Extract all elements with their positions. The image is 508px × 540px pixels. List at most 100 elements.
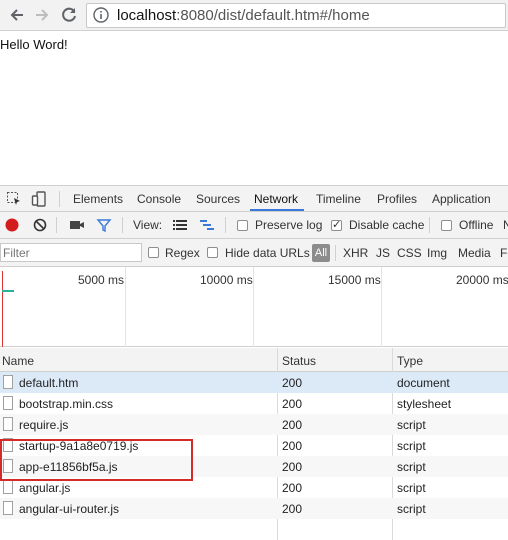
info-icon[interactable] [93, 7, 109, 23]
request-status: 200 [282, 481, 303, 495]
request-name: default.htm [19, 376, 79, 390]
tick-label: 20000 ms [456, 273, 508, 287]
divider [56, 217, 57, 233]
filter-font-button[interactable]: Fo [500, 246, 508, 260]
filter-xhr-button[interactable]: XHR [343, 246, 368, 260]
table-header: Name Status Type [0, 348, 508, 372]
request-name: angular-ui-router.js [19, 502, 120, 516]
tick-line [125, 267, 126, 347]
filter-img-button[interactable]: Img [427, 246, 447, 260]
address-bar[interactable]: localhost:8080/dist/default.htm#/home [86, 3, 506, 28]
tab-profiles[interactable]: Profiles [377, 192, 417, 206]
tick-label: 10000 ms [200, 273, 253, 287]
filter-js-button[interactable]: JS [376, 246, 390, 260]
active-tab-indicator [250, 209, 304, 211]
request-type: stylesheet [397, 397, 452, 411]
filter-icon[interactable] [96, 217, 112, 233]
load-event-line [2, 271, 3, 347]
request-name: bootstrap.min.css [19, 397, 114, 411]
back-arrow-icon[interactable] [6, 4, 28, 26]
url-host: localhost [117, 7, 177, 24]
request-status: 200 [282, 502, 303, 516]
filter-css-button[interactable]: CSS [397, 246, 422, 260]
request-status: 200 [282, 397, 303, 411]
request-name: angular.js [19, 481, 71, 495]
request-status: 200 [282, 439, 303, 453]
disable-cache-label: Disable cache [349, 218, 425, 232]
tab-application[interactable]: Application [432, 192, 491, 206]
file-icon [3, 501, 13, 515]
offline-label: Offline [459, 218, 494, 232]
request-status: 200 [282, 418, 303, 432]
tab-console[interactable]: Console [137, 192, 181, 206]
table-row[interactable]: require.js 200 script [0, 414, 508, 435]
request-type: script [397, 439, 426, 453]
file-icon [3, 375, 13, 389]
tick-line [381, 267, 382, 347]
column-header-name[interactable]: Name [2, 354, 34, 368]
reload-icon[interactable] [58, 4, 80, 26]
large-rows-icon[interactable] [172, 217, 188, 233]
regex-label: Regex [165, 246, 200, 260]
tick-label: 5000 ms [78, 273, 125, 287]
tab-network[interactable]: Network [254, 192, 298, 206]
request-status: 200 [282, 460, 303, 474]
request-type: script [397, 481, 426, 495]
table-row[interactable]: default.htm 200 document [0, 372, 508, 393]
requests-table: Name Status Type default.htm 200 documen… [0, 348, 508, 540]
offline-checkbox[interactable] [441, 220, 452, 231]
forward-arrow-icon[interactable] [31, 4, 53, 26]
devtools-tab-bar: Elements Console Sources Network Timelin… [0, 185, 508, 212]
throttling-select[interactable]: N [503, 218, 508, 232]
regex-checkbox[interactable] [148, 247, 159, 258]
browser-toolbar: localhost:8080/dist/default.htm#/home [0, 0, 508, 31]
table-row[interactable]: bootstrap.min.css 200 stylesheet [0, 393, 508, 414]
file-icon [3, 480, 13, 494]
tick-label: 15000 ms [328, 273, 381, 287]
divider [122, 217, 123, 233]
tick-line [253, 267, 254, 347]
inspect-element-icon[interactable] [6, 191, 22, 207]
filter-all-button[interactable]: All [312, 244, 330, 262]
hide-data-urls-label: Hide data URLs [225, 246, 310, 260]
network-toolbar: View: Preserve log Disable cache Offline… [0, 212, 508, 239]
column-header-type[interactable]: Type [397, 354, 423, 368]
filter-input[interactable] [0, 243, 142, 262]
table-row[interactable]: angular-ui-router.js 200 script [0, 498, 508, 519]
divider [335, 245, 336, 261]
tab-sources[interactable]: Sources [196, 192, 240, 206]
device-toolbar-icon[interactable] [31, 191, 47, 207]
view-label: View: [133, 218, 163, 232]
request-name: require.js [19, 418, 69, 432]
filter-bar: Regex Hide data URLs All XHR JS CSS Img … [0, 239, 508, 267]
tab-elements[interactable]: Elements [73, 192, 123, 206]
request-bar [2, 290, 14, 292]
tab-timeline[interactable]: Timeline [316, 192, 361, 206]
clear-icon[interactable] [32, 217, 48, 233]
filter-media-button[interactable]: Media [458, 246, 491, 260]
request-type: script [397, 502, 426, 516]
request-status: 200 [282, 376, 303, 390]
request-type: document [397, 376, 450, 390]
divider [429, 217, 430, 233]
disable-cache-checkbox[interactable] [331, 218, 342, 231]
timeline-overview[interactable]: 5000 ms 10000 ms 15000 ms 20000 ms [0, 267, 508, 347]
divider [225, 217, 226, 233]
video-camera-icon[interactable] [69, 217, 85, 233]
file-icon [3, 417, 13, 431]
preserve-log-checkbox[interactable] [237, 220, 248, 231]
record-icon[interactable] [4, 217, 20, 233]
highlight-box [0, 439, 193, 481]
column-header-status[interactable]: Status [282, 354, 316, 368]
page-text: Hello Word! [0, 37, 68, 52]
divider [59, 191, 60, 207]
request-type: script [397, 460, 426, 474]
hide-data-urls-checkbox[interactable] [207, 247, 218, 258]
preserve-log-label: Preserve log [255, 218, 323, 232]
url-text: localhost:8080/dist/default.htm#/home [117, 7, 370, 24]
url-path: :8080/dist/default.htm#/home [176, 7, 370, 24]
devtools-panel: Elements Console Sources Network Timelin… [0, 185, 508, 540]
waterfall-icon[interactable] [199, 217, 215, 233]
file-icon [3, 396, 13, 410]
request-type: script [397, 418, 426, 432]
